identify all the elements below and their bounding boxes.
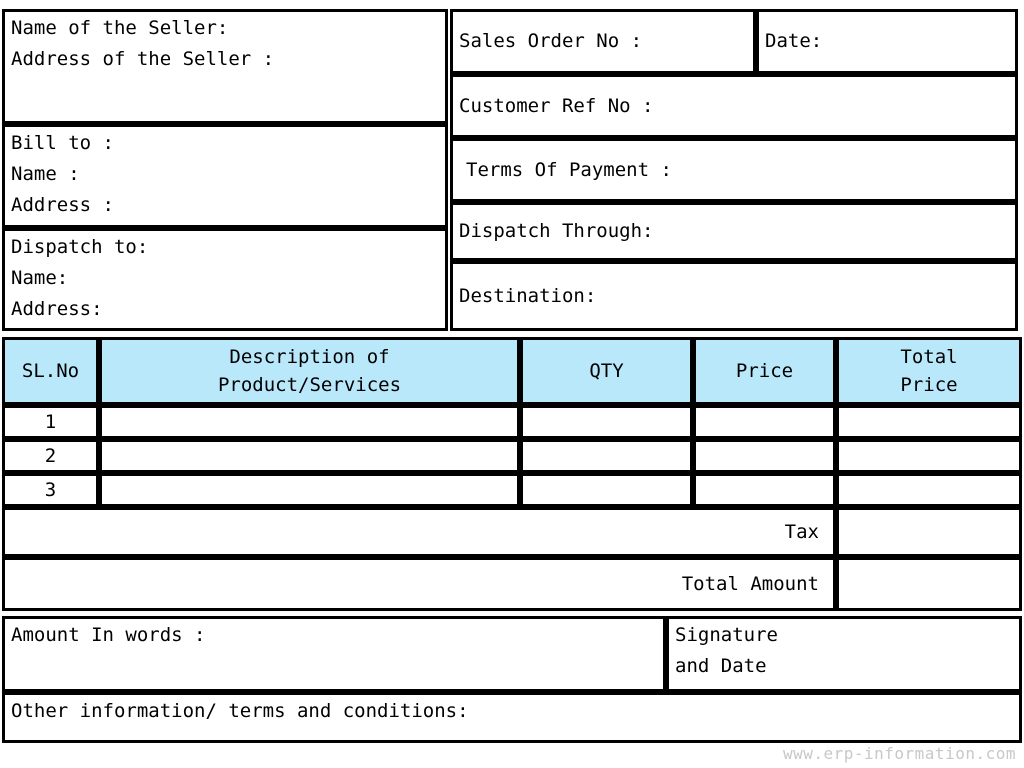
seller-block[interactable]: Name of the Seller: Address of the Selle… xyxy=(2,9,448,124)
column-header-price: Price xyxy=(693,337,836,405)
sales-order-no-field[interactable]: Sales Order No : xyxy=(450,9,756,74)
invoice-template-sheet: Name of the Seller: Address of the Selle… xyxy=(0,0,1024,768)
cell-price-2[interactable] xyxy=(693,439,836,473)
column-header-qty: QTY xyxy=(520,337,693,405)
cell-description-2[interactable] xyxy=(99,439,520,473)
watermark-url: www.erp-information.com xyxy=(782,744,1016,763)
cell-qty-2[interactable] xyxy=(520,439,693,473)
destination-field[interactable]: Destination: xyxy=(450,261,1018,331)
amount-in-words-field[interactable]: Amount In words : xyxy=(2,616,666,692)
terms-of-payment-field[interactable]: Terms Of Payment : xyxy=(450,138,1018,202)
cell-description-1[interactable] xyxy=(99,405,520,439)
cell-price-3[interactable] xyxy=(693,473,836,507)
table-row: 2 xyxy=(2,439,99,473)
signature-and-date-field[interactable]: Signature and Date xyxy=(666,616,1022,692)
total-amount-value[interactable] xyxy=(836,557,1022,611)
cell-qty-1[interactable] xyxy=(520,405,693,439)
cell-total-price-1[interactable] xyxy=(836,405,1022,439)
column-header-sl-no: SL.No xyxy=(2,337,99,405)
bill-to-block[interactable]: Bill to : Name : Address : xyxy=(2,124,448,228)
cell-qty-3[interactable] xyxy=(520,473,693,507)
date-field[interactable]: Date: xyxy=(756,9,1018,74)
dispatch-through-field[interactable]: Dispatch Through: xyxy=(450,202,1018,261)
other-information-field[interactable]: Other information/ terms and conditions: xyxy=(2,692,1022,743)
table-row: 1 xyxy=(2,405,99,439)
column-header-total-price: Total Price xyxy=(836,337,1022,405)
table-row: 3 xyxy=(2,473,99,507)
customer-ref-no-field[interactable]: Customer Ref No : xyxy=(450,74,1018,138)
cell-description-3[interactable] xyxy=(99,473,520,507)
dispatch-to-block[interactable]: Dispatch to: Name: Address: xyxy=(2,228,448,331)
tax-value[interactable] xyxy=(836,507,1022,557)
cell-total-price-3[interactable] xyxy=(836,473,1022,507)
column-header-description: Description of Product/Services xyxy=(99,337,520,405)
cell-price-1[interactable] xyxy=(693,405,836,439)
tax-label: Tax xyxy=(2,507,836,557)
total-amount-label: Total Amount xyxy=(2,557,836,611)
cell-total-price-2[interactable] xyxy=(836,439,1022,473)
